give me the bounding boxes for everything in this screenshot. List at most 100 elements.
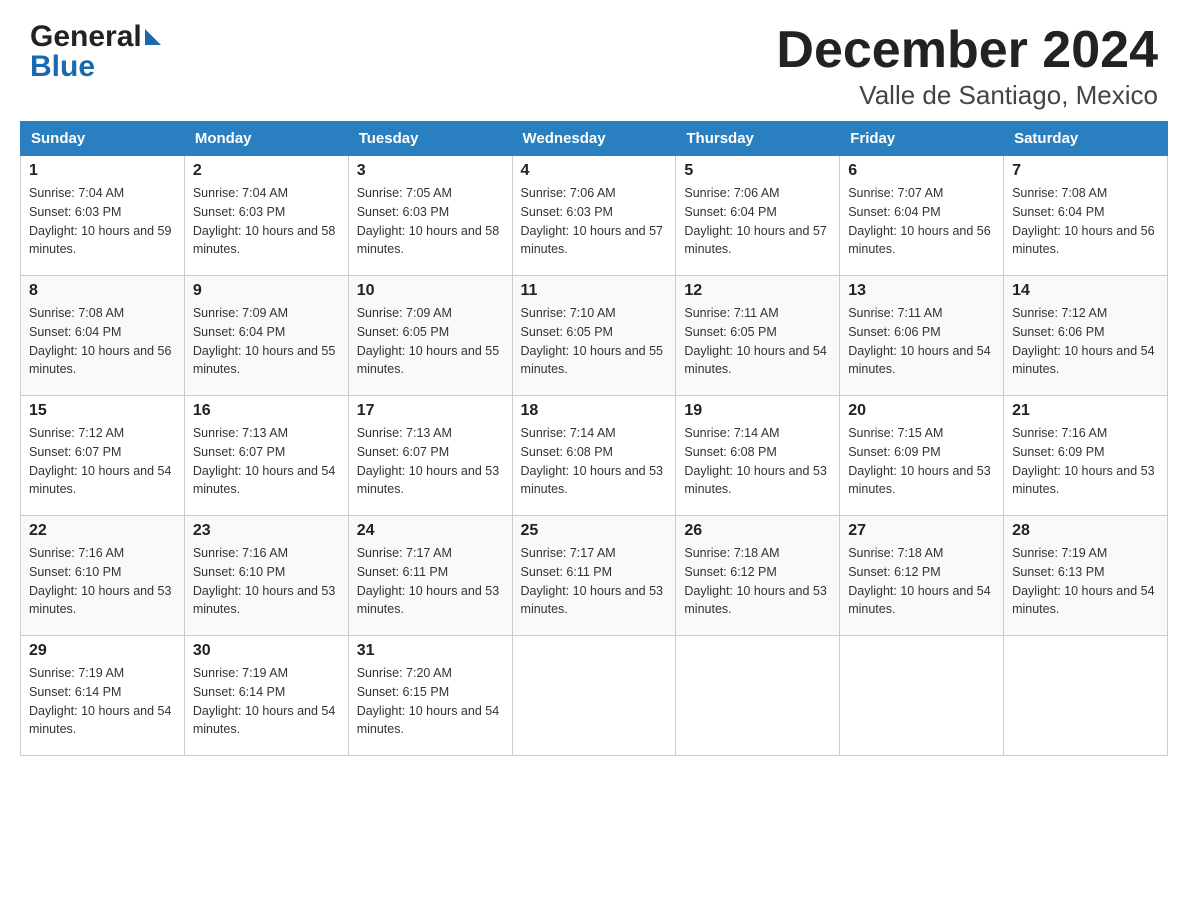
day-number: 31	[357, 642, 504, 660]
day-number: 5	[684, 162, 831, 180]
calendar-cell: 27 Sunrise: 7:18 AMSunset: 6:12 PMDaylig…	[840, 516, 1004, 636]
day-number: 12	[684, 282, 831, 300]
day-info: Sunrise: 7:04 AMSunset: 6:03 PMDaylight:…	[193, 186, 335, 256]
day-number: 2	[193, 162, 340, 180]
calendar-cell: 18 Sunrise: 7:14 AMSunset: 6:08 PMDaylig…	[512, 396, 676, 516]
day-number: 14	[1012, 282, 1159, 300]
day-info: Sunrise: 7:19 AMSunset: 6:14 PMDaylight:…	[193, 666, 335, 736]
day-number: 13	[848, 282, 995, 300]
day-number: 4	[521, 162, 668, 180]
day-info: Sunrise: 7:16 AMSunset: 6:09 PMDaylight:…	[1012, 426, 1154, 496]
day-info: Sunrise: 7:12 AMSunset: 6:06 PMDaylight:…	[1012, 306, 1154, 376]
day-number: 23	[193, 522, 340, 540]
calendar-cell: 17 Sunrise: 7:13 AMSunset: 6:07 PMDaylig…	[348, 396, 512, 516]
calendar-cell: 1 Sunrise: 7:04 AMSunset: 6:03 PMDayligh…	[21, 156, 185, 276]
calendar: SundayMondayTuesdayWednesdayThursdayFrid…	[0, 121, 1188, 776]
day-info: Sunrise: 7:14 AMSunset: 6:08 PMDaylight:…	[684, 426, 826, 496]
week-row-3: 15 Sunrise: 7:12 AMSunset: 6:07 PMDaylig…	[21, 396, 1168, 516]
calendar-cell: 24 Sunrise: 7:17 AMSunset: 6:11 PMDaylig…	[348, 516, 512, 636]
day-number: 11	[521, 282, 668, 300]
day-number: 16	[193, 402, 340, 420]
day-number: 29	[29, 642, 176, 660]
day-number: 24	[357, 522, 504, 540]
calendar-cell: 8 Sunrise: 7:08 AMSunset: 6:04 PMDayligh…	[21, 276, 185, 396]
day-info: Sunrise: 7:16 AMSunset: 6:10 PMDaylight:…	[193, 546, 335, 616]
header-friday: Friday	[840, 122, 1004, 156]
header-saturday: Saturday	[1004, 122, 1168, 156]
day-info: Sunrise: 7:18 AMSunset: 6:12 PMDaylight:…	[684, 546, 826, 616]
calendar-subtitle: Valle de Santiago, Mexico	[776, 80, 1158, 111]
calendar-cell: 28 Sunrise: 7:19 AMSunset: 6:13 PMDaylig…	[1004, 516, 1168, 636]
day-info: Sunrise: 7:17 AMSunset: 6:11 PMDaylight:…	[521, 546, 663, 616]
day-number: 17	[357, 402, 504, 420]
day-info: Sunrise: 7:04 AMSunset: 6:03 PMDaylight:…	[29, 186, 171, 256]
day-info: Sunrise: 7:08 AMSunset: 6:04 PMDaylight:…	[1012, 186, 1154, 256]
day-info: Sunrise: 7:05 AMSunset: 6:03 PMDaylight:…	[357, 186, 499, 256]
calendar-table: SundayMondayTuesdayWednesdayThursdayFrid…	[20, 121, 1168, 756]
day-number: 9	[193, 282, 340, 300]
day-number: 6	[848, 162, 995, 180]
header-monday: Monday	[184, 122, 348, 156]
day-info: Sunrise: 7:10 AMSunset: 6:05 PMDaylight:…	[521, 306, 663, 376]
day-info: Sunrise: 7:09 AMSunset: 6:05 PMDaylight:…	[357, 306, 499, 376]
calendar-title: December 2024	[776, 20, 1158, 80]
day-number: 22	[29, 522, 176, 540]
day-info: Sunrise: 7:19 AMSunset: 6:14 PMDaylight:…	[29, 666, 171, 736]
day-info: Sunrise: 7:11 AMSunset: 6:05 PMDaylight:…	[684, 306, 826, 376]
calendar-cell: 4 Sunrise: 7:06 AMSunset: 6:03 PMDayligh…	[512, 156, 676, 276]
day-number: 19	[684, 402, 831, 420]
header-tuesday: Tuesday	[348, 122, 512, 156]
logo-line1: General	[30, 20, 161, 54]
logo-general-text: General	[30, 20, 142, 54]
week-row-4: 22 Sunrise: 7:16 AMSunset: 6:10 PMDaylig…	[21, 516, 1168, 636]
calendar-cell	[676, 636, 840, 756]
calendar-header: SundayMondayTuesdayWednesdayThursdayFrid…	[21, 122, 1168, 156]
calendar-cell: 21 Sunrise: 7:16 AMSunset: 6:09 PMDaylig…	[1004, 396, 1168, 516]
calendar-cell: 14 Sunrise: 7:12 AMSunset: 6:06 PMDaylig…	[1004, 276, 1168, 396]
day-number: 1	[29, 162, 176, 180]
day-info: Sunrise: 7:11 AMSunset: 6:06 PMDaylight:…	[848, 306, 990, 376]
calendar-cell: 30 Sunrise: 7:19 AMSunset: 6:14 PMDaylig…	[184, 636, 348, 756]
day-info: Sunrise: 7:18 AMSunset: 6:12 PMDaylight:…	[848, 546, 990, 616]
day-number: 25	[521, 522, 668, 540]
page-header: General Blue December 2024 Valle de Sant…	[0, 0, 1188, 121]
day-info: Sunrise: 7:14 AMSunset: 6:08 PMDaylight:…	[521, 426, 663, 496]
title-block: December 2024 Valle de Santiago, Mexico	[776, 20, 1158, 111]
calendar-cell: 20 Sunrise: 7:15 AMSunset: 6:09 PMDaylig…	[840, 396, 1004, 516]
calendar-cell: 5 Sunrise: 7:06 AMSunset: 6:04 PMDayligh…	[676, 156, 840, 276]
day-info: Sunrise: 7:12 AMSunset: 6:07 PMDaylight:…	[29, 426, 171, 496]
day-info: Sunrise: 7:08 AMSunset: 6:04 PMDaylight:…	[29, 306, 171, 376]
header-sunday: Sunday	[21, 122, 185, 156]
day-number: 30	[193, 642, 340, 660]
calendar-cell: 3 Sunrise: 7:05 AMSunset: 6:03 PMDayligh…	[348, 156, 512, 276]
header-thursday: Thursday	[676, 122, 840, 156]
day-number: 27	[848, 522, 995, 540]
day-number: 8	[29, 282, 176, 300]
day-number: 28	[1012, 522, 1159, 540]
calendar-cell: 15 Sunrise: 7:12 AMSunset: 6:07 PMDaylig…	[21, 396, 185, 516]
calendar-cell: 6 Sunrise: 7:07 AMSunset: 6:04 PMDayligh…	[840, 156, 1004, 276]
day-info: Sunrise: 7:13 AMSunset: 6:07 PMDaylight:…	[357, 426, 499, 496]
calendar-cell: 25 Sunrise: 7:17 AMSunset: 6:11 PMDaylig…	[512, 516, 676, 636]
calendar-cell: 22 Sunrise: 7:16 AMSunset: 6:10 PMDaylig…	[21, 516, 185, 636]
day-info: Sunrise: 7:06 AMSunset: 6:03 PMDaylight:…	[521, 186, 663, 256]
day-info: Sunrise: 7:19 AMSunset: 6:13 PMDaylight:…	[1012, 546, 1154, 616]
logo-arrow-icon	[145, 29, 161, 45]
calendar-cell: 26 Sunrise: 7:18 AMSunset: 6:12 PMDaylig…	[676, 516, 840, 636]
calendar-cell: 19 Sunrise: 7:14 AMSunset: 6:08 PMDaylig…	[676, 396, 840, 516]
calendar-cell: 11 Sunrise: 7:10 AMSunset: 6:05 PMDaylig…	[512, 276, 676, 396]
calendar-cell: 12 Sunrise: 7:11 AMSunset: 6:05 PMDaylig…	[676, 276, 840, 396]
day-number: 21	[1012, 402, 1159, 420]
day-number: 3	[357, 162, 504, 180]
calendar-cell: 16 Sunrise: 7:13 AMSunset: 6:07 PMDaylig…	[184, 396, 348, 516]
day-number: 10	[357, 282, 504, 300]
calendar-cell	[512, 636, 676, 756]
day-number: 15	[29, 402, 176, 420]
day-info: Sunrise: 7:13 AMSunset: 6:07 PMDaylight:…	[193, 426, 335, 496]
day-info: Sunrise: 7:09 AMSunset: 6:04 PMDaylight:…	[193, 306, 335, 376]
calendar-body: 1 Sunrise: 7:04 AMSunset: 6:03 PMDayligh…	[21, 156, 1168, 756]
header-wednesday: Wednesday	[512, 122, 676, 156]
calendar-cell: 29 Sunrise: 7:19 AMSunset: 6:14 PMDaylig…	[21, 636, 185, 756]
day-info: Sunrise: 7:17 AMSunset: 6:11 PMDaylight:…	[357, 546, 499, 616]
calendar-cell: 13 Sunrise: 7:11 AMSunset: 6:06 PMDaylig…	[840, 276, 1004, 396]
